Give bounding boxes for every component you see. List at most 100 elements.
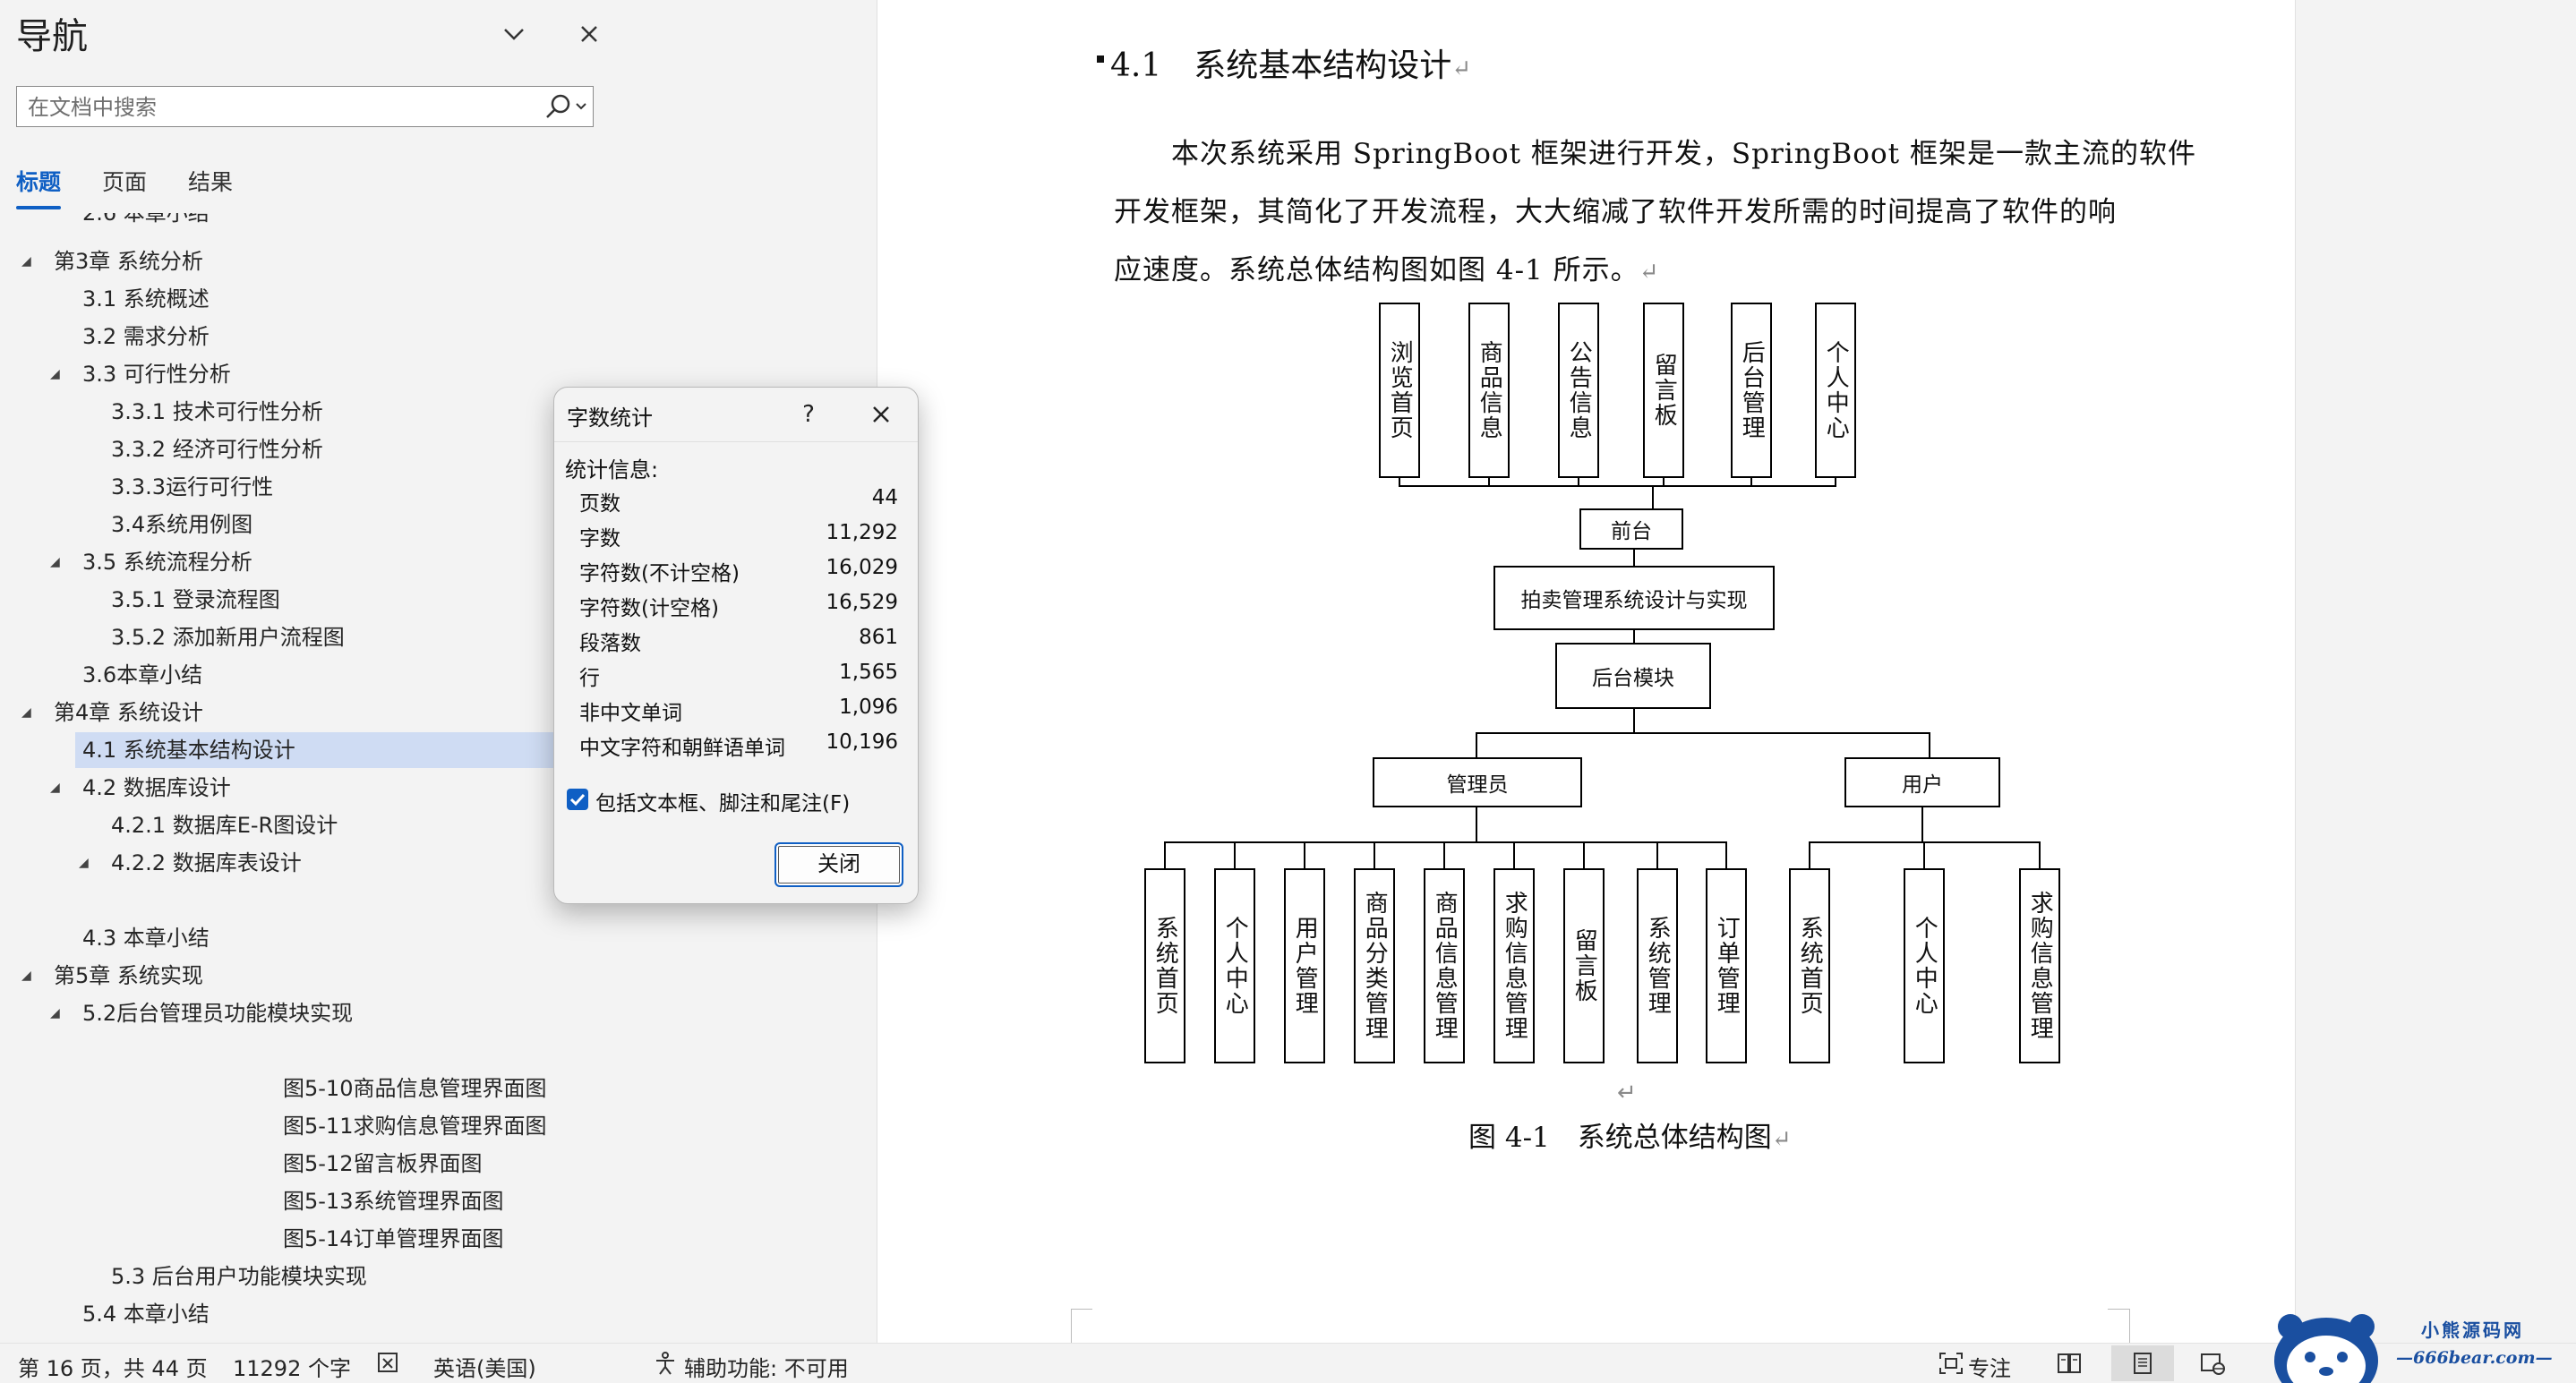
nav-item[interactable]: 3.5.2 添加新用户流程图 (111, 619, 345, 655)
user-module-box: 系统首页 (1789, 868, 1830, 1063)
nav-item[interactable]: 3.3.2 经济可行性分析 (111, 431, 323, 467)
nav-item-partial[interactable]: 2.6 本章小结 (82, 213, 210, 231)
connector (1725, 841, 1727, 870)
structure-diagram: 浏览首页 商品信息 公告信息 留言板 后台管理 个人中心 前台 拍卖管理系统设计与实现 后台模块… (877, 0, 2295, 1128)
nav-item[interactable]: 图5-14订单管理界面图 (283, 1221, 503, 1257)
print-layout-icon[interactable] (2129, 1351, 2156, 1376)
connector (1583, 841, 1585, 870)
admin-box: 管理员 (1373, 757, 1582, 807)
front-module-box: 留言板 (1643, 303, 1684, 478)
expand-triangle-icon[interactable]: ◢ (50, 995, 68, 1031)
expand-triangle-icon[interactable]: ◢ (21, 958, 39, 994)
page-corner-mark-left-h (1071, 1309, 1092, 1310)
expand-triangle-icon[interactable]: ◢ (21, 243, 39, 279)
stat-row: 段落数 861 (579, 626, 898, 660)
language-indicator[interactable]: 英语(美国) (433, 1351, 536, 1382)
connector (1476, 807, 1477, 841)
nav-item[interactable]: 4.2.1 数据库E-R图设计 (111, 807, 338, 843)
nav-item-label: 3.5.2 添加新用户流程图 (111, 625, 345, 650)
nav-item-label: 3.3.3运行可行性 (111, 474, 274, 499)
proofing-icon[interactable] (376, 1351, 403, 1376)
nav-item[interactable]: 图5-11求购信息管理界面图 (283, 1108, 546, 1144)
close-button[interactable]: 关闭 (775, 842, 903, 887)
nav-item-label: 4.2.1 数据库E-R图设计 (111, 813, 338, 838)
stat-row: 字符数(不计空格) 16,029 (579, 556, 898, 590)
document-page[interactable]: 4.1 系统基本结构设计↵ 本次系统采用 SpringBoot 框架进行开发，S… (877, 0, 2296, 1343)
connector (1443, 841, 1445, 870)
backend-bus-line (1476, 732, 1930, 734)
nav-item[interactable]: 3.4系统用例图 (111, 507, 252, 542)
stat-label: 字数 (579, 527, 620, 551)
nav-item[interactable]: ◢ 4.2 数据库设计 (50, 770, 231, 806)
stat-value: 1,096 (839, 696, 898, 719)
nav-item[interactable]: 5.3 后台用户功能模块实现 (111, 1259, 367, 1294)
expand-triangle-icon[interactable]: ◢ (79, 845, 97, 881)
nav-item[interactable]: 5.4 本章小结 (82, 1296, 210, 1332)
search-input[interactable] (26, 91, 531, 124)
dialog-close-icon[interactable] (859, 397, 903, 432)
nav-item[interactable]: 3.3.3运行可行性 (111, 469, 273, 505)
page-corner-mark-right (2129, 1309, 2130, 1343)
front-module-box: 浏览首页 (1379, 303, 1420, 478)
nav-item-label: 图5-13系统管理界面图 (283, 1189, 504, 1214)
tab-pages[interactable]: 页面 (102, 165, 147, 197)
include-textbox-label[interactable]: 包括文本框、脚注和尾注(F) (595, 786, 850, 816)
connector (1921, 807, 1923, 841)
expand-triangle-icon[interactable]: ◢ (50, 770, 68, 806)
nav-item[interactable]: 图5-13系统管理界面图 (283, 1183, 503, 1219)
nav-item[interactable]: ◢ 5.2后台管理员功能模块实现 (50, 995, 353, 1031)
nav-item-label: 图5-12留言板界面图 (283, 1151, 483, 1176)
admin-bus-line (1164, 841, 1727, 843)
read-mode-icon[interactable] (2056, 1351, 2083, 1376)
word-count[interactable]: 11292 个字 (233, 1351, 351, 1382)
nav-item[interactable]: 3.6本章小结 (82, 657, 202, 693)
nav-item[interactable]: 4.3 本章小结 (82, 920, 210, 956)
page-count[interactable]: 第 16 页，共 44 页 (18, 1351, 208, 1382)
nav-item[interactable]: ◢ 4.2.2 数据库表设计 (79, 845, 302, 881)
nav-item[interactable]: 3.2 需求分析 (82, 319, 210, 354)
nav-item[interactable]: ◢ 3.3 可行性分析 (50, 356, 231, 392)
stat-label: 行 (579, 667, 600, 690)
stat-value: 44 (871, 486, 898, 509)
nav-heading-tree: 2.6 本章小结 ◢ 第3章 系统分析 3.1 系统概述 3.2 需求分析 ◢ 3.3 可行… (0, 213, 624, 1343)
nav-item[interactable]: 图5-10商品信息管理界面图 (283, 1071, 546, 1106)
nav-item[interactable]: 3.1 系统概述 (82, 281, 210, 317)
nav-options-chevron-icon[interactable] (498, 18, 530, 50)
focus-icon[interactable] (1938, 1351, 1964, 1376)
nav-item-label: 图5-10商品信息管理界面图 (283, 1076, 547, 1101)
stats-info-label: 统计信息: (565, 457, 659, 482)
connector (1234, 841, 1236, 870)
include-textbox-checkbox[interactable] (567, 789, 588, 810)
page-corner-mark-right-h (2108, 1309, 2129, 1310)
expand-triangle-icon[interactable]: ◢ (50, 544, 68, 580)
nav-item[interactable]: ◢ 第5章 系统实现 (21, 958, 203, 994)
accessibility-status[interactable]: 辅助功能: 不可用 (684, 1351, 849, 1382)
nav-item[interactable]: 3.5.1 登录流程图 (111, 582, 280, 618)
expand-triangle-icon[interactable]: ◢ (21, 695, 39, 730)
help-button[interactable]: ? (791, 397, 826, 432)
stat-row: 非中文单词 1,096 (579, 696, 898, 730)
watermark-title: 小熊源码网 (2421, 1319, 2524, 1341)
nav-item[interactable]: 图5-12留言板界面图 (283, 1146, 482, 1182)
nav-item[interactable]: 3.3.1 技术可行性分析 (111, 394, 323, 430)
nav-item[interactable]: ◢ 第3章 系统分析 (21, 243, 203, 279)
nav-close-icon[interactable] (573, 18, 605, 50)
nav-item-label: 图5-14订单管理界面图 (283, 1226, 504, 1251)
web-layout-icon[interactable] (2199, 1351, 2226, 1376)
nav-item[interactable]: ◢ 3.5 系统流程分析 (50, 544, 252, 580)
system-box: 拍卖管理系统设计与实现 (1493, 566, 1775, 630)
nav-item[interactable]: ◢ 第4章 系统设计 (21, 695, 203, 730)
nav-item-label: 3.5 系统流程分析 (82, 550, 252, 575)
nav-item[interactable]: 4.1 系统基本结构设计 (75, 732, 557, 768)
connector (1513, 841, 1515, 870)
admin-module-box: 系统首页 (1144, 868, 1185, 1063)
navigation-pane: 导航 标题 页面 结果 2.6 本章小结 ◢ 第3章 系统分析 3.1 系统概述 3.2… (0, 0, 624, 1343)
nav-item-label: 3.3.2 经济可行性分析 (111, 437, 323, 462)
tab-headings[interactable]: 标题 (16, 165, 61, 197)
nav-item-label: 第5章 系统实现 (54, 963, 203, 988)
search-icon[interactable] (541, 90, 591, 123)
tab-results[interactable]: 结果 (188, 165, 233, 197)
dialog-divider (554, 441, 918, 442)
expand-triangle-icon[interactable]: ◢ (50, 356, 68, 392)
focus-label[interactable]: 专注 (1968, 1351, 2011, 1382)
